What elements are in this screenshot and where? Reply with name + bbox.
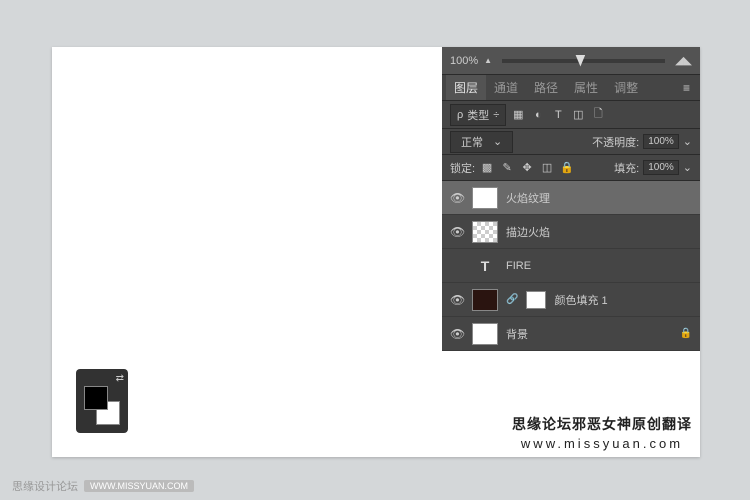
layer-name[interactable]: 火焰纹理 bbox=[506, 190, 692, 206]
page-footer: 思缘设计论坛 WWW.MISSYUAN.COM bbox=[12, 478, 194, 494]
link-icon[interactable]: 🔗 bbox=[506, 294, 518, 305]
mask-thumb[interactable] bbox=[526, 291, 546, 309]
blend-bar: 正常⌄ 不透明度: 100% ⌄ bbox=[442, 129, 700, 155]
filter-shape-icon[interactable]: ◫ bbox=[570, 108, 586, 122]
chevron-down-icon[interactable]: ⌄ bbox=[683, 135, 692, 148]
visibility-icon[interactable]: 👁 bbox=[450, 191, 464, 205]
lock-bar: 锁定: ▩ ✎ ✥ ◫ 🔒 填充: 100% ⌄ bbox=[442, 155, 700, 181]
type-layer-icon[interactable]: T bbox=[472, 255, 498, 277]
tab-adjustments[interactable]: 调整 bbox=[606, 75, 646, 100]
zoom-out-icon[interactable]: ▲ bbox=[484, 56, 492, 65]
lock-position-icon[interactable]: ✥ bbox=[519, 161, 535, 175]
layer-name[interactable]: 背景 bbox=[506, 326, 672, 342]
opacity-label: 不透明度: bbox=[592, 134, 639, 150]
zoom-slider[interactable] bbox=[502, 59, 665, 63]
visibility-icon[interactable]: 👁 bbox=[450, 293, 464, 307]
canvas-area[interactable]: ⇄ bbox=[52, 47, 442, 457]
layer-thumb[interactable] bbox=[472, 289, 498, 311]
lock-label: 锁定: bbox=[450, 160, 475, 176]
opacity-input[interactable]: 100% bbox=[643, 134, 679, 149]
layers-list: 👁 火焰纹理 👁 描边火焰 T FIRE 👁 🔗 颜色填充 1 bbox=[442, 181, 700, 351]
layer-name[interactable]: 颜色填充 1 bbox=[554, 292, 692, 308]
filter-smart-icon[interactable]: 🗋 bbox=[590, 108, 606, 122]
filter-pixel-icon[interactable]: ▦ bbox=[510, 108, 526, 122]
layer-row[interactable]: T FIRE bbox=[442, 249, 700, 283]
filter-adjustment-icon[interactable]: ◐ bbox=[530, 108, 546, 122]
panel-menu-icon[interactable]: ≡ bbox=[677, 81, 696, 95]
tab-paths[interactable]: 路径 bbox=[526, 75, 566, 100]
layer-thumb[interactable] bbox=[472, 187, 498, 209]
tab-layers[interactable]: 图层 bbox=[446, 75, 486, 100]
layer-name[interactable]: FIRE bbox=[506, 260, 692, 272]
layer-thumb[interactable] bbox=[472, 323, 498, 345]
fill-label: 填充: bbox=[614, 160, 639, 176]
lock-icon: 🔒 bbox=[680, 328, 692, 339]
lock-all-icon[interactable]: 🔒 bbox=[559, 161, 575, 175]
tab-properties[interactable]: 属性 bbox=[566, 75, 606, 100]
filter-type-dropdown[interactable]: ρ 类型 ÷ bbox=[450, 104, 506, 126]
foreground-color[interactable] bbox=[84, 386, 108, 410]
visibility-icon[interactable]: 👁 bbox=[450, 225, 464, 239]
chevron-down-icon: ÷ bbox=[493, 109, 499, 121]
chevron-down-icon[interactable]: ⌄ bbox=[683, 161, 692, 174]
watermark: 思缘论坛邪恶女神原创翻译 www.missyuan.com bbox=[512, 414, 692, 451]
layer-name[interactable]: 描边火焰 bbox=[506, 224, 692, 240]
layers-panel: 100% ▲ ◢◣ 图层 通道 路径 属性 调整 ≡ ρ 类型 ÷ ▦ ◐ T … bbox=[442, 47, 700, 351]
blend-mode-dropdown[interactable]: 正常⌄ bbox=[450, 131, 513, 153]
filter-bar: ρ 类型 ÷ ▦ ◐ T ◫ 🗋 bbox=[442, 101, 700, 129]
zoom-value[interactable]: 100% bbox=[450, 55, 478, 67]
visibility-icon[interactable]: 👁 bbox=[450, 327, 464, 341]
tab-channels[interactable]: 通道 bbox=[486, 75, 526, 100]
zoom-in-icon[interactable]: ◢◣ bbox=[675, 54, 692, 67]
layer-row[interactable]: 👁 🔗 颜色填充 1 bbox=[442, 283, 700, 317]
layer-row[interactable]: 👁 火焰纹理 bbox=[442, 181, 700, 215]
layer-thumb[interactable] bbox=[472, 221, 498, 243]
panel-tabs: 图层 通道 路径 属性 调整 ≡ bbox=[442, 75, 700, 101]
layer-row[interactable]: 👁 描边火焰 bbox=[442, 215, 700, 249]
lock-pixels-icon[interactable]: ✎ bbox=[499, 161, 515, 175]
search-icon: ρ bbox=[457, 109, 463, 121]
color-swatch-tool[interactable]: ⇄ bbox=[76, 369, 128, 433]
filter-type-icon[interactable]: T bbox=[550, 108, 566, 122]
lock-artboard-icon[interactable]: ◫ bbox=[539, 161, 555, 175]
fill-input[interactable]: 100% bbox=[643, 160, 679, 175]
chevron-down-icon: ⌄ bbox=[493, 135, 502, 148]
lock-transparent-icon[interactable]: ▩ bbox=[479, 161, 495, 175]
layer-row[interactable]: 👁 背景 🔒 bbox=[442, 317, 700, 351]
zoom-bar: 100% ▲ ◢◣ bbox=[442, 47, 700, 75]
